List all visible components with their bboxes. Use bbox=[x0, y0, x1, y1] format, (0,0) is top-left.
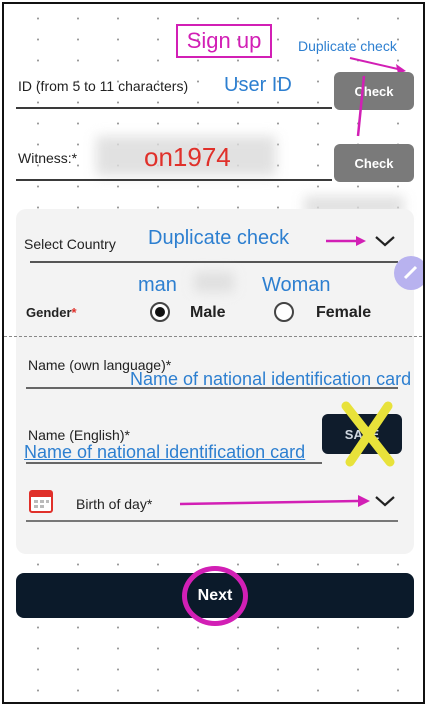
country-underline bbox=[30, 261, 398, 263]
arrow-icon bbox=[326, 236, 366, 246]
required-mark: * bbox=[71, 305, 77, 320]
female-annotation: Woman bbox=[262, 274, 331, 296]
male-annotation: man bbox=[138, 274, 177, 296]
cross-mark-icon bbox=[341, 401, 395, 467]
divider bbox=[4, 336, 423, 337]
page-title: Sign up bbox=[176, 24, 272, 58]
signup-screen: Sign up Duplicate check ID (from 5 to 11… bbox=[2, 2, 425, 704]
pencil-icon bbox=[403, 265, 418, 280]
male-label[interactable]: Male bbox=[190, 304, 226, 322]
user-id-annotation: User ID bbox=[224, 74, 292, 96]
female-radio[interactable] bbox=[274, 302, 294, 322]
witness-check-button[interactable]: Check bbox=[334, 144, 414, 182]
name-english-underline[interactable] bbox=[26, 462, 322, 464]
duplicate-check-annotation: Duplicate check bbox=[298, 38, 397, 54]
arrow-icon bbox=[179, 495, 370, 507]
gender-label-text: Gender bbox=[26, 305, 72, 320]
witness-annotation: on1974 bbox=[144, 142, 231, 172]
birth-label: Birth of day* bbox=[76, 496, 153, 512]
edit-button[interactable] bbox=[394, 256, 423, 290]
name-english-annotation: Name of national identification card bbox=[24, 442, 306, 462]
id-label: ID (from 5 to 11 characters) bbox=[18, 78, 189, 94]
calendar-icon bbox=[29, 490, 53, 513]
witness-label: Witness:* bbox=[18, 150, 78, 166]
country-annotation: Duplicate check bbox=[148, 227, 290, 249]
country-label: Select Country bbox=[24, 236, 116, 252]
id-underline bbox=[16, 107, 332, 109]
birth-underline bbox=[26, 520, 398, 522]
gender-label: Gender* bbox=[26, 305, 77, 320]
id-check-button[interactable]: Check bbox=[334, 72, 414, 110]
female-label[interactable]: Female bbox=[316, 304, 371, 322]
witness-underline bbox=[16, 179, 332, 181]
chevron-down-icon[interactable] bbox=[374, 494, 396, 508]
male-radio[interactable] bbox=[150, 302, 170, 322]
highlight-circle bbox=[182, 566, 248, 626]
name-own-underline[interactable] bbox=[26, 387, 398, 389]
arrow-icon bbox=[356, 75, 366, 137]
name-english-label: Name (English)* bbox=[28, 427, 130, 443]
chevron-down-icon[interactable] bbox=[374, 234, 396, 248]
